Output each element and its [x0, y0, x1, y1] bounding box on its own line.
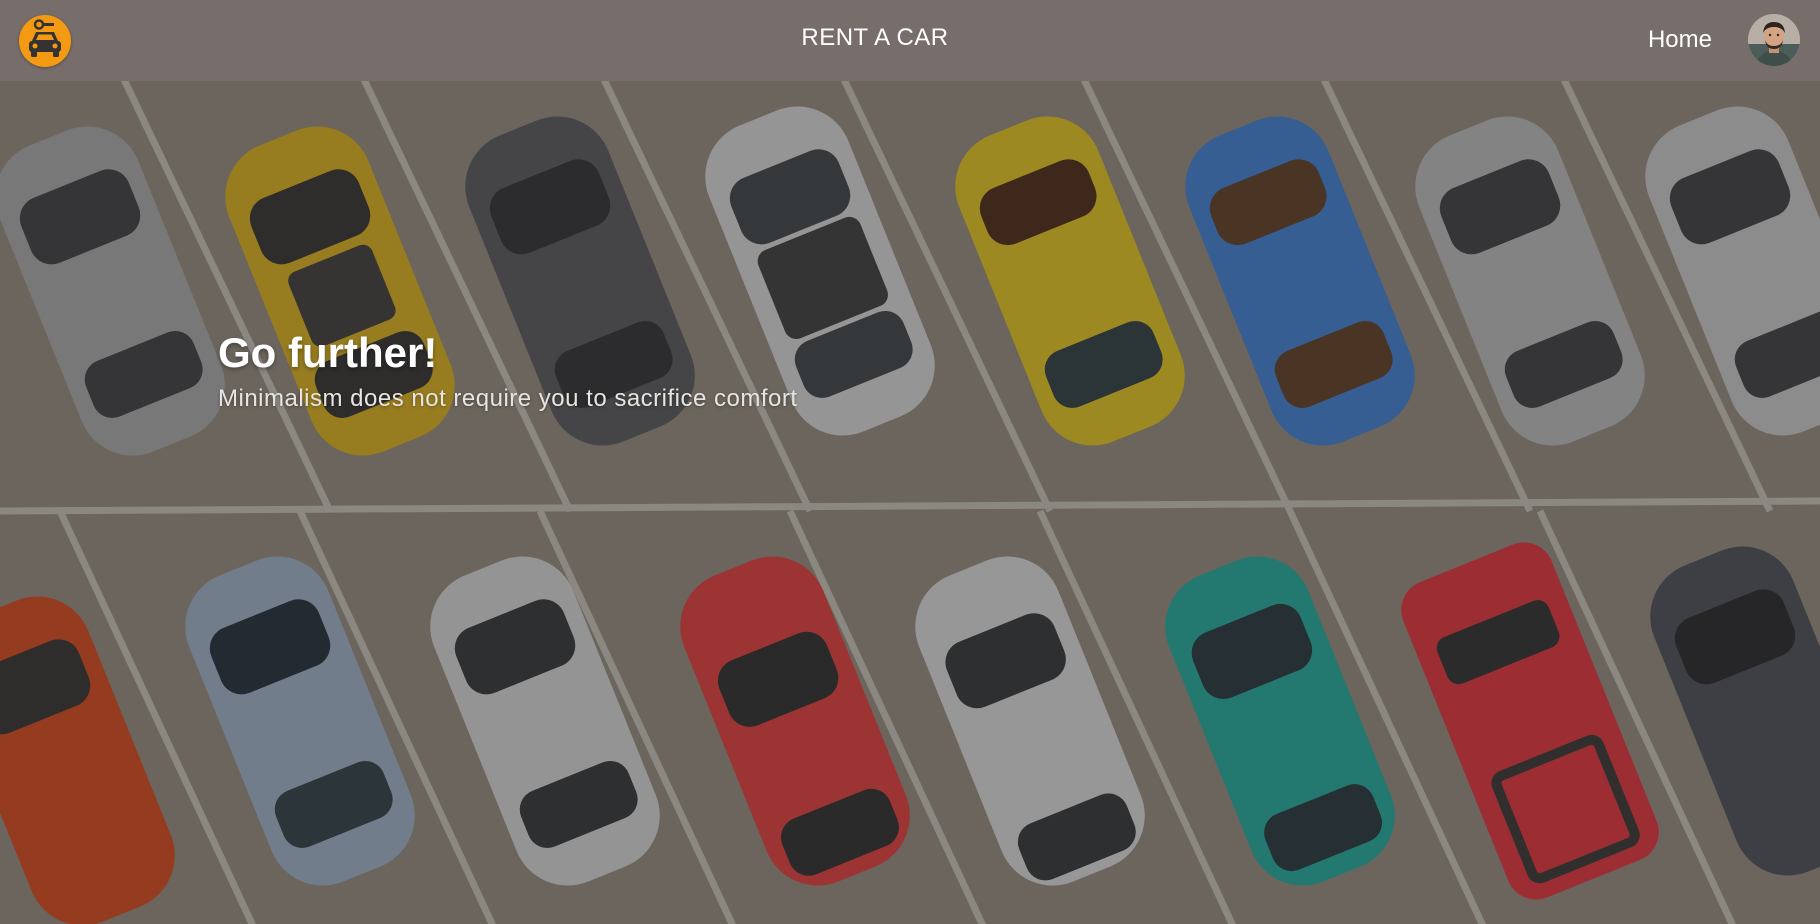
- hero-subtitle: Minimalism does not require you to sacri…: [218, 385, 798, 412]
- hero-overlay: [0, 81, 1820, 924]
- hero-section: Go further! Minimalism does not require …: [0, 81, 1820, 924]
- user-avatar-icon[interactable]: [1748, 14, 1800, 66]
- brand-title: RENT A CAR: [801, 24, 949, 51]
- hero-title: Go further!: [218, 329, 438, 376]
- nav-home-link[interactable]: Home: [1648, 26, 1712, 54]
- top-navbar: RENT A CAR Home: [0, 0, 1820, 81]
